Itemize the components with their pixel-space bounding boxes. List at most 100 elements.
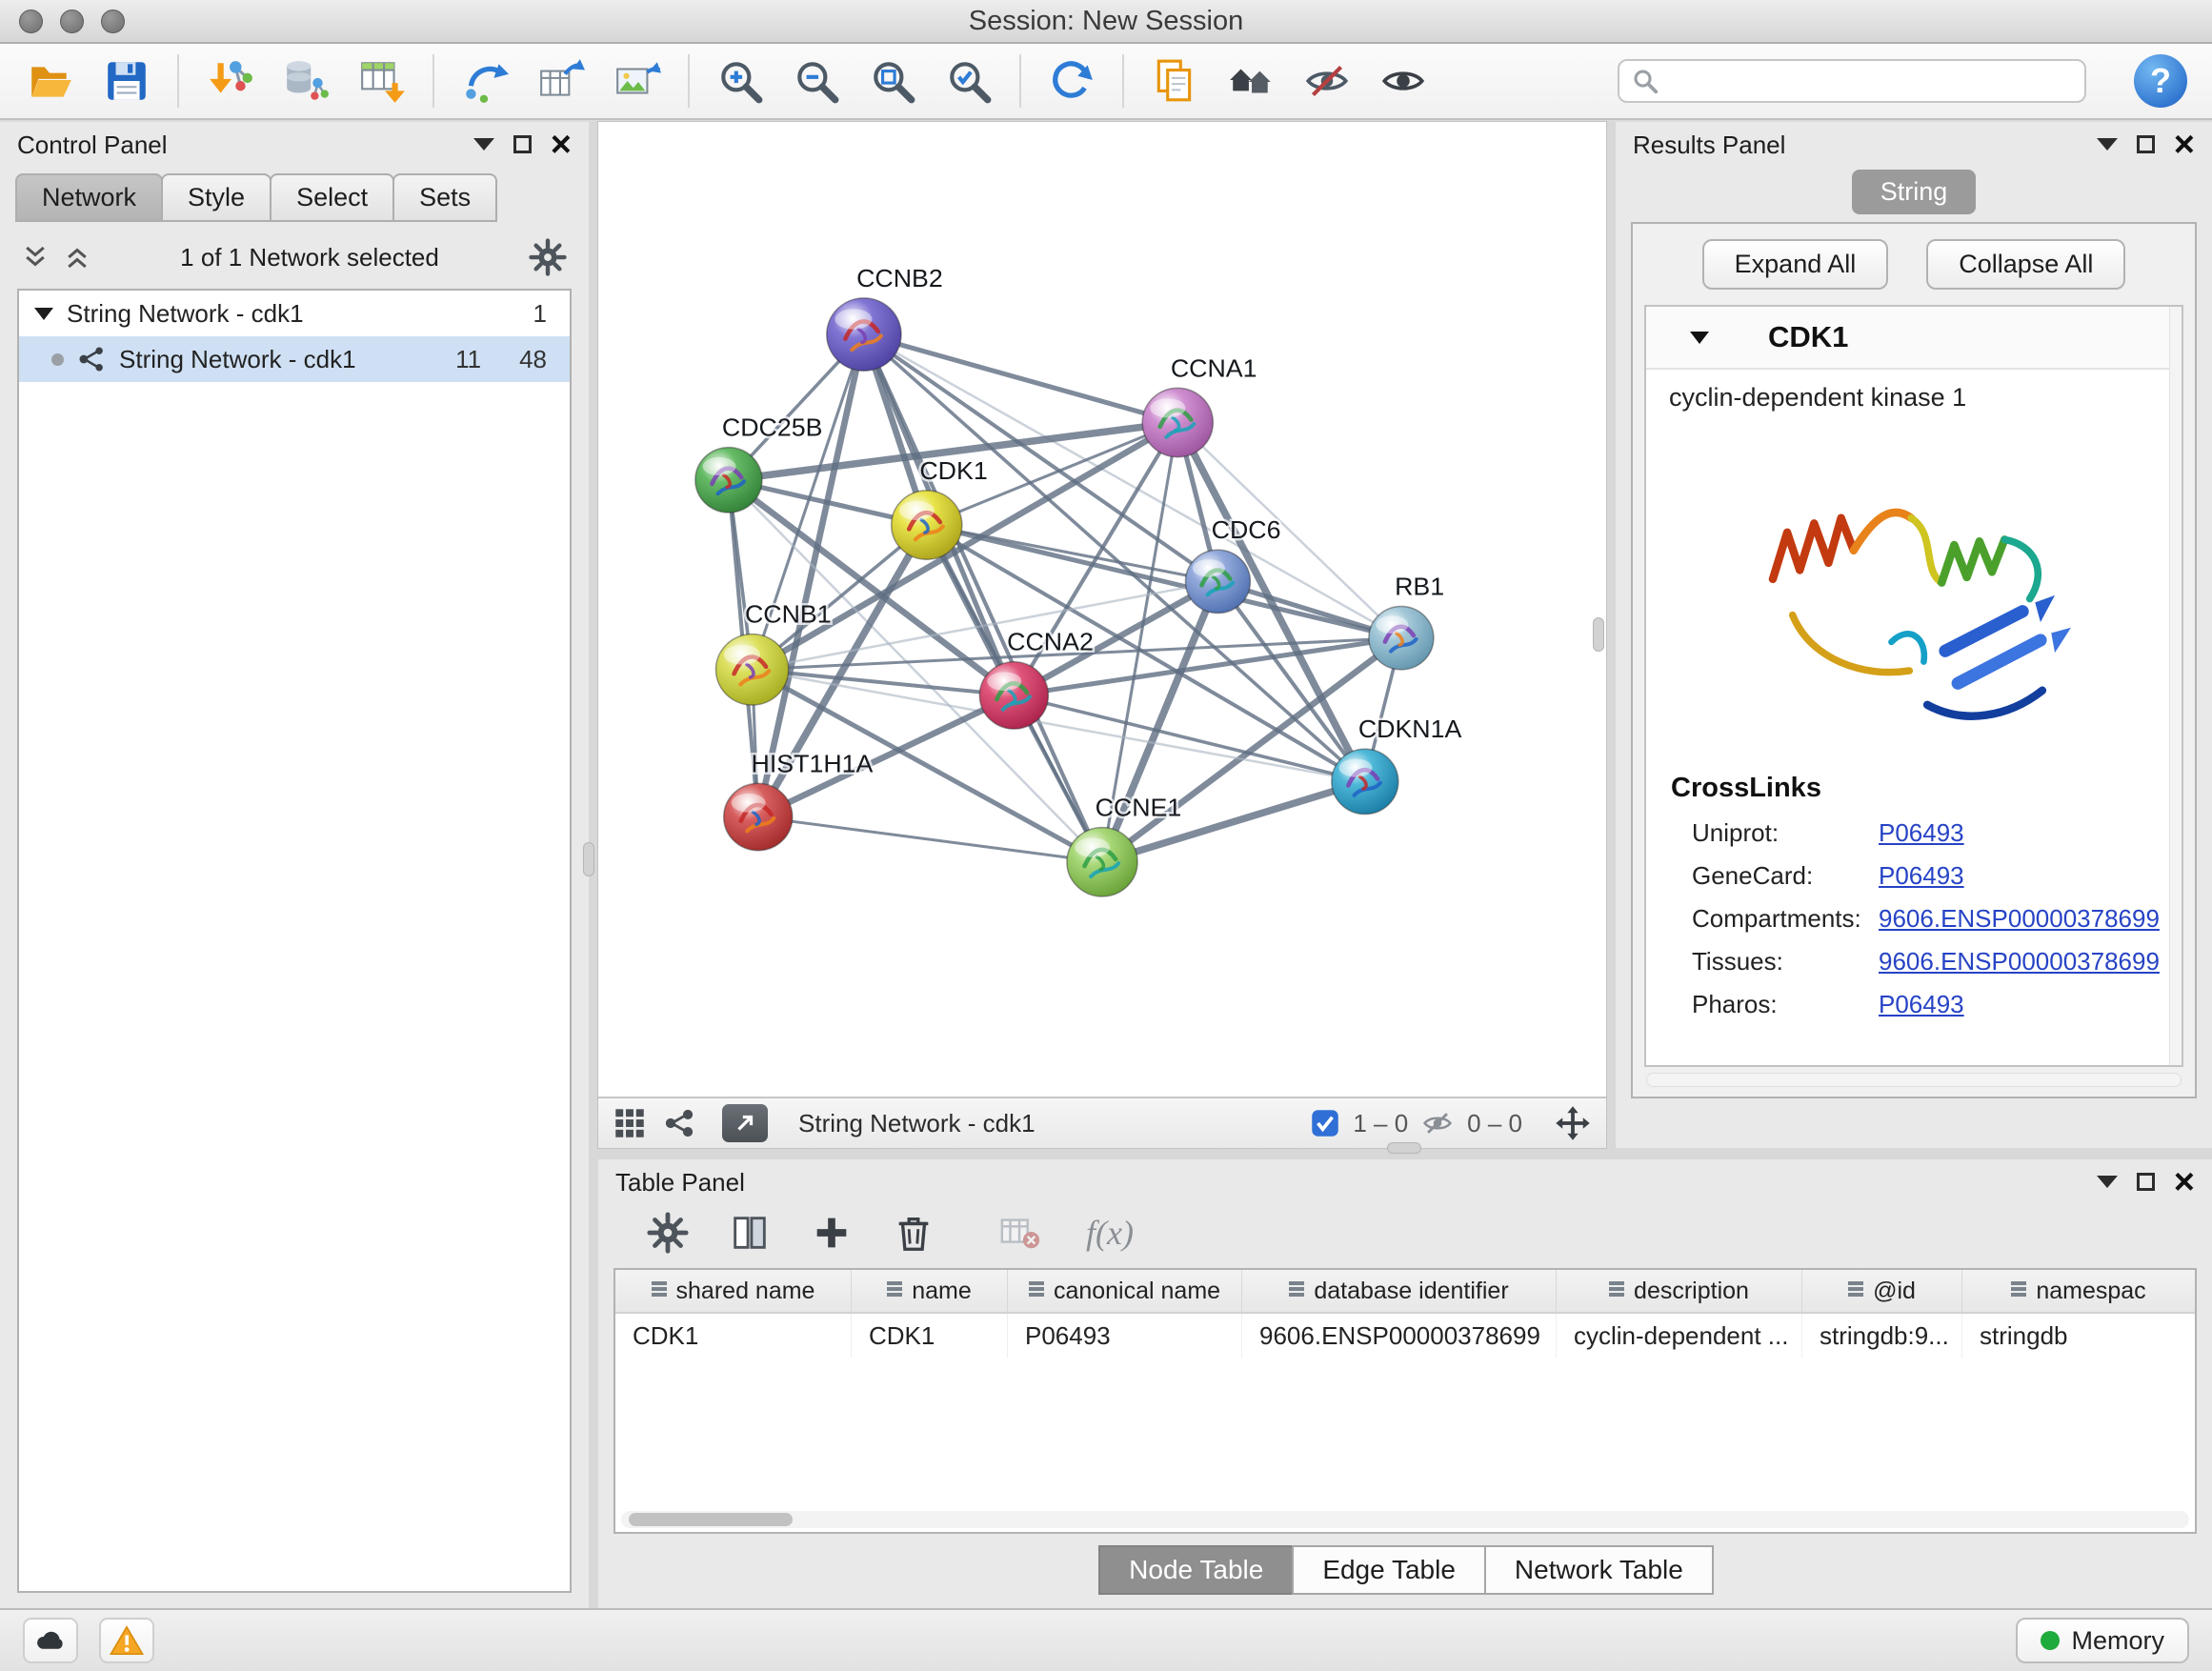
splitter-handle[interactable] [583, 842, 594, 876]
copy-document-button[interactable] [1149, 55, 1200, 107]
column-header[interactable]: canonical name [1008, 1270, 1242, 1312]
panel-close-icon[interactable]: × [2174, 1168, 2195, 1197]
panel-close-icon[interactable]: × [2174, 131, 2195, 159]
collapse-all-button[interactable]: Collapse All [1926, 239, 2125, 290]
crosslink-value[interactable]: P06493 [1879, 990, 1964, 1019]
panel-maximize-icon[interactable] [513, 135, 532, 153]
tab-node-table[interactable]: Node Table [1098, 1545, 1294, 1595]
panel-maximize-icon[interactable] [2137, 1173, 2155, 1191]
selected-checkbox-icon[interactable] [1311, 1109, 1339, 1137]
help-button[interactable]: ? [2134, 54, 2187, 108]
network-options-gear-button[interactable] [528, 237, 568, 277]
scrollbar-thumb[interactable] [629, 1513, 793, 1526]
import-table-button[interactable] [356, 55, 408, 107]
warnings-button[interactable] [99, 1618, 154, 1663]
network-node-ccnb2[interactable] [827, 298, 901, 371]
crosslink-value[interactable]: P06493 [1879, 818, 1964, 848]
close-window-button[interactable] [19, 10, 43, 33]
panel-float-icon[interactable] [2097, 138, 2118, 151]
toolbar-separator [688, 54, 690, 108]
tab-sets[interactable]: Sets [392, 173, 497, 222]
crosslink-value[interactable]: 9606.ENSP00000378699 [1879, 904, 2160, 934]
network-node-cdkn1a[interactable] [1332, 749, 1398, 814]
network-edge[interactable] [758, 334, 864, 816]
tab-string[interactable]: String [1852, 170, 1977, 214]
network-node-cdc25b[interactable] [695, 448, 762, 513]
export-image-button[interactable] [612, 55, 663, 107]
search-input[interactable] [1669, 67, 2073, 96]
zoom-fit-button[interactable] [867, 55, 918, 107]
tab-network[interactable]: Network [15, 173, 163, 222]
tab-edge-table[interactable]: Edge Table [1292, 1545, 1486, 1595]
function-builder-button[interactable]: f(x) [1086, 1213, 1134, 1253]
results-horizontal-scrollbar[interactable] [1646, 1073, 2182, 1087]
network-node-cdc6[interactable] [1185, 550, 1250, 613]
apply-layout-button[interactable] [1046, 55, 1097, 107]
column-header[interactable]: name [852, 1270, 1008, 1312]
table-options-gear-button[interactable] [646, 1211, 690, 1255]
detach-view-button[interactable] [722, 1104, 768, 1142]
zoom-selected-button[interactable] [943, 55, 995, 107]
save-session-button[interactable] [101, 55, 152, 107]
table-import-icon [358, 57, 406, 105]
memory-indicator-button[interactable]: Memory [2016, 1618, 2189, 1663]
network-edge[interactable] [864, 334, 1401, 638]
column-header[interactable]: namespac [1962, 1270, 2195, 1312]
network-node-cdk1[interactable] [892, 491, 962, 559]
collection-collapse-caret-icon[interactable] [34, 308, 53, 320]
birdseye-grid-icon[interactable] [613, 1107, 646, 1139]
new-network-from-selection-button[interactable] [459, 55, 511, 107]
column-header[interactable]: @id [1802, 1270, 1962, 1312]
network-node-ccne1[interactable] [1067, 828, 1137, 896]
table-row[interactable]: CDK1CDK1P064939606.ENSP00000378699cyclin… [615, 1314, 2195, 1358]
network-node-hist1h1a[interactable] [724, 783, 793, 850]
home-button[interactable] [1225, 55, 1277, 107]
network-node-ccna1[interactable] [1142, 388, 1213, 456]
export-table-button[interactable] [535, 55, 587, 107]
expand-all-button[interactable]: Expand All [1702, 239, 1889, 290]
expand-all-networks-icon[interactable] [21, 243, 50, 272]
hide-graphics-button[interactable] [1301, 55, 1353, 107]
tab-network-table[interactable]: Network Table [1484, 1545, 1714, 1595]
splitter-handle[interactable] [1593, 617, 1604, 652]
network-edge[interactable] [758, 817, 1102, 862]
network-overview-icon[interactable] [663, 1107, 695, 1139]
crosslink-value[interactable]: P06493 [1879, 861, 1964, 891]
network-node-ccna2[interactable] [979, 662, 1048, 729]
collapse-all-networks-icon[interactable] [63, 243, 91, 272]
open-session-button[interactable] [25, 55, 76, 107]
panel-float-icon[interactable] [473, 138, 494, 151]
import-network-database-button[interactable] [280, 55, 332, 107]
add-column-button[interactable] [810, 1211, 854, 1255]
tree-row-collection[interactable]: String Network - cdk1 1 [19, 291, 570, 336]
minimize-window-button[interactable] [60, 10, 84, 33]
delete-column-button[interactable] [892, 1211, 935, 1255]
card-scrollbar[interactable] [2169, 307, 2182, 1065]
show-graphics-button[interactable] [1377, 55, 1429, 107]
pan-move-icon[interactable] [1555, 1105, 1591, 1141]
network-edge[interactable] [864, 334, 1102, 862]
panel-close-icon[interactable]: × [551, 131, 572, 159]
card-collapse-caret-icon[interactable] [1690, 332, 1709, 344]
select-columns-button[interactable] [728, 1211, 772, 1255]
column-header[interactable]: description [1557, 1270, 1802, 1312]
network-node-rb1[interactable] [1369, 606, 1434, 669]
crosslink-value[interactable]: 9606.ENSP00000378699 [1879, 947, 2160, 976]
column-header[interactable]: database identifier [1242, 1270, 1557, 1312]
column-header[interactable]: shared name [615, 1270, 852, 1312]
zoom-out-button[interactable] [791, 55, 842, 107]
splitter-handle[interactable] [1387, 1142, 1421, 1154]
hidden-eye-slash-icon[interactable] [1421, 1107, 1454, 1139]
zoom-window-button[interactable] [101, 10, 125, 33]
zoom-in-button[interactable] [714, 55, 766, 107]
cloud-status-button[interactable] [23, 1618, 78, 1663]
panel-float-icon[interactable] [2097, 1176, 2118, 1188]
tree-row-network[interactable]: String Network - cdk1 11 48 [19, 336, 570, 382]
network-canvas[interactable]: CCNB2CCNA1CDC25BCDK1CDC6RB1CCNB1CCNA2CDK… [598, 122, 1606, 1097]
network-node-ccnb1[interactable] [716, 634, 789, 705]
tab-select[interactable]: Select [270, 173, 394, 222]
import-network-file-button[interactable] [204, 55, 255, 107]
panel-maximize-icon[interactable] [2137, 135, 2155, 153]
table-cell: CDK1 [615, 1314, 852, 1358]
tab-style[interactable]: Style [161, 173, 271, 222]
